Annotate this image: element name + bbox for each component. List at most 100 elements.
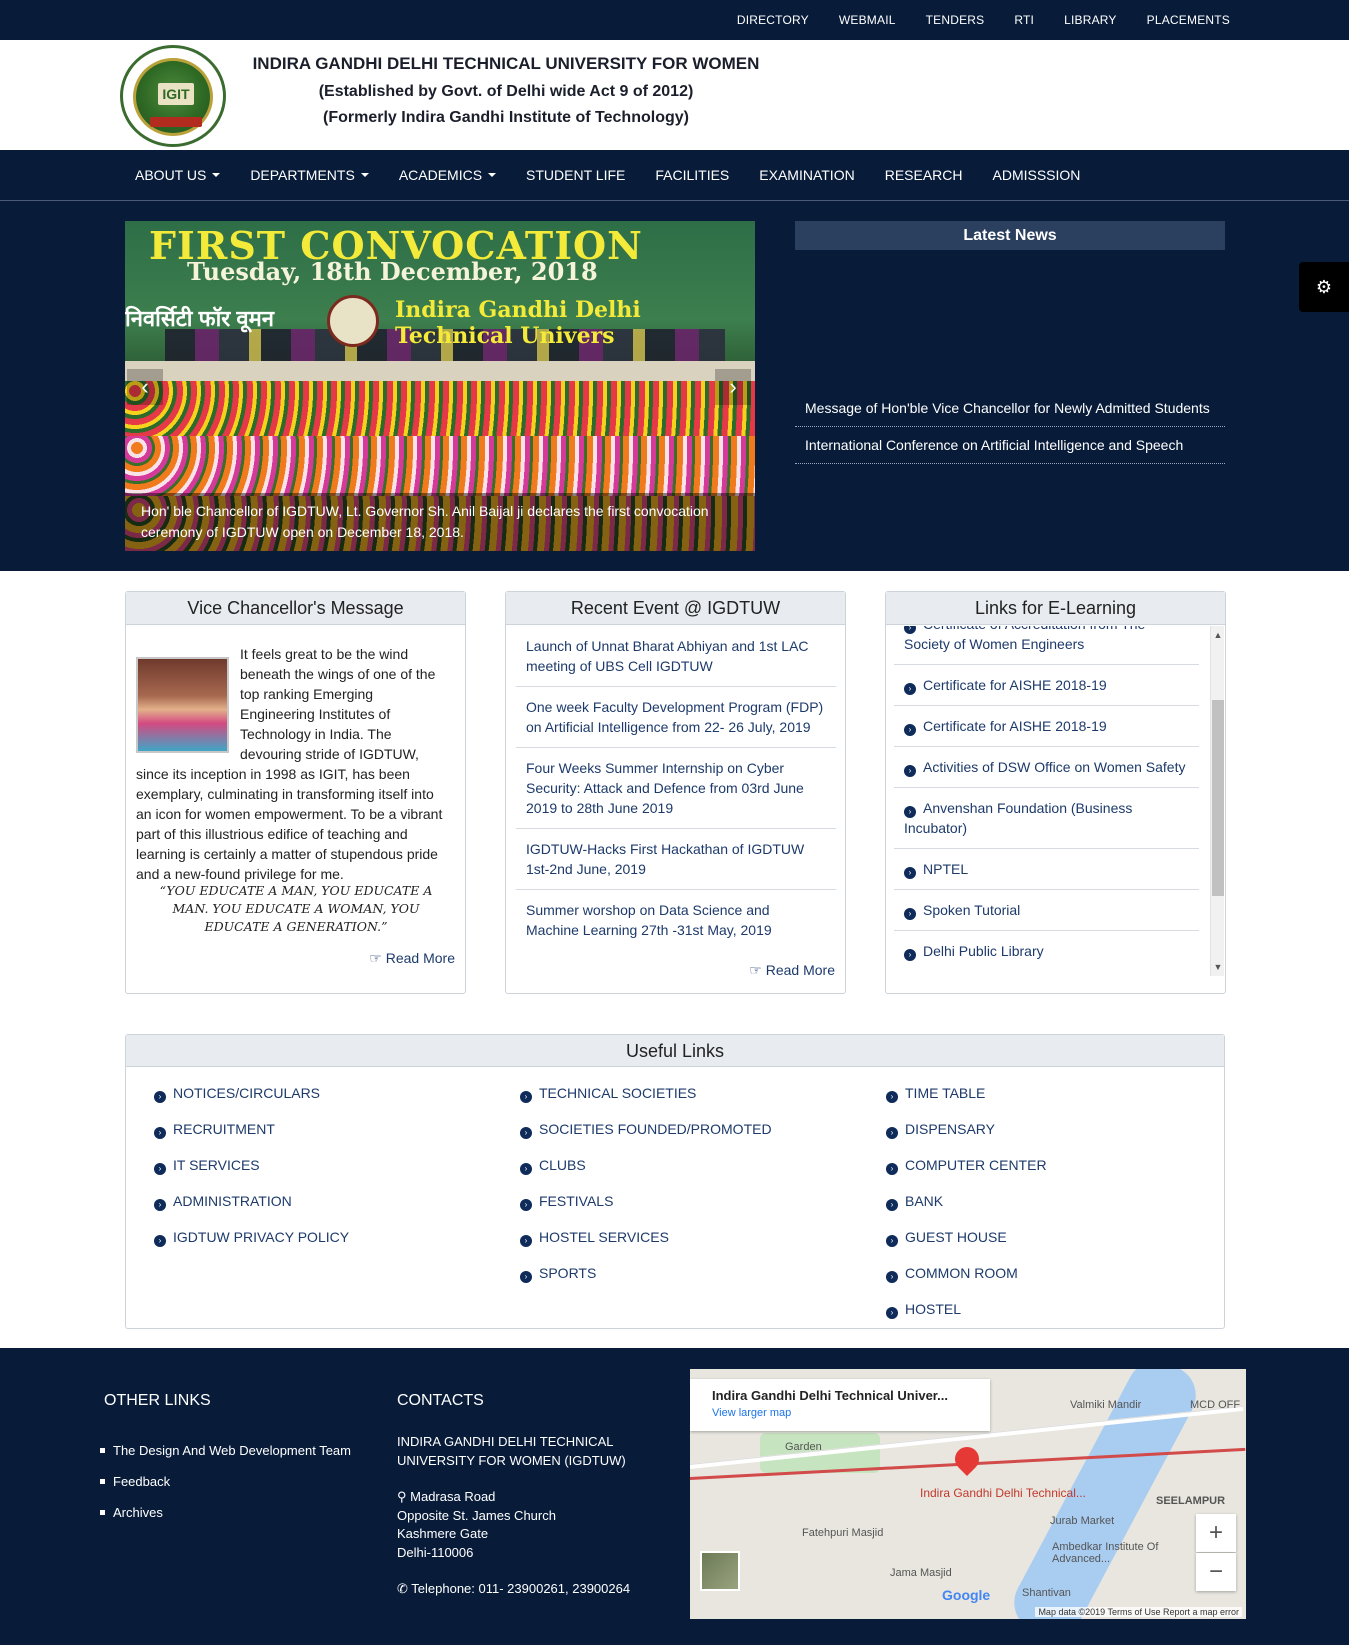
footer: OTHER LINKS The Design And Web Developme… [0, 1348, 1349, 1645]
nav-academics[interactable]: ACADEMICS [384, 150, 511, 200]
useful-link[interactable]: › SOCIETIES FOUNDED/PROMOTED [520, 1121, 880, 1157]
chevron-circle-icon: › [904, 867, 916, 879]
footer-link[interactable]: Archives [100, 1505, 351, 1520]
top-link-directory[interactable]: DIRECTORY [737, 13, 809, 27]
useful-link[interactable]: › ADMINISTRATION [154, 1193, 514, 1229]
event-item[interactable]: Launch of Unnat Bharat Abhiyan and 1st L… [516, 626, 836, 687]
event-item[interactable]: IGDTUW-Hacks First Hackathan of IGDTUW 1… [516, 829, 836, 890]
useful-link[interactable]: › COMPUTER CENTER [886, 1157, 1246, 1193]
useful-link-label: ADMINISTRATION [173, 1193, 292, 1209]
elearning-item[interactable]: › Certificate for AISHE 2018-19 [894, 706, 1199, 747]
nav-facilities[interactable]: FACILITIES [640, 150, 744, 200]
useful-link[interactable]: › TECHNICAL SOCIETIES [520, 1085, 880, 1121]
recent-events-panel: Recent Event @ IGDTUW Launch of Unnat Bh… [505, 591, 846, 994]
elearning-item[interactable]: › Spoken Tutorial [894, 890, 1199, 931]
zoom-out-button[interactable]: − [1196, 1553, 1236, 1591]
map-pin-icon[interactable] [950, 1442, 984, 1476]
chevron-circle-icon: › [520, 1163, 532, 1175]
contact-phone: ✆ Telephone: 011- 23900261, 23900264 [397, 1580, 657, 1599]
useful-link[interactable]: › DISPENSARY [886, 1121, 1246, 1157]
hero-section: FIRST CONVOCATION Tuesday, 18th December… [0, 201, 1349, 571]
useful-link[interactable]: › NOTICES/CIRCULARS [154, 1085, 514, 1121]
top-link-placements[interactable]: PLACEMENTS [1147, 13, 1230, 27]
top-link-rti[interactable]: RTI [1014, 13, 1034, 27]
map-label: Shantivan [1022, 1587, 1071, 1599]
footer-link[interactable]: Feedback [100, 1474, 351, 1489]
phone-icon: ✆ [397, 1581, 412, 1596]
events-list: Launch of Unnat Bharat Abhiyan and 1st L… [516, 626, 836, 950]
useful-link[interactable]: › GUEST HOUSE [886, 1229, 1246, 1265]
chevron-circle-icon: › [520, 1199, 532, 1211]
useful-link-label: COMPUTER CENTER [905, 1157, 1047, 1173]
university-logo[interactable]: IGIT [120, 45, 226, 147]
chevron-circle-icon: › [154, 1235, 166, 1247]
image-slider[interactable]: FIRST CONVOCATION Tuesday, 18th December… [125, 221, 755, 551]
elearning-scrollbar[interactable]: ▲ ▼ [1210, 626, 1224, 976]
top-link-tenders[interactable]: TENDERS [926, 13, 985, 27]
view-larger-map-link[interactable]: View larger map [712, 1407, 968, 1419]
useful-link[interactable]: › BANK [886, 1193, 1246, 1229]
vc-message-text: It feels great to be the wind beneath th… [136, 644, 446, 884]
chevron-circle-icon: › [904, 724, 916, 736]
useful-link[interactable]: › HOSTEL [886, 1301, 1246, 1337]
chevron-circle-icon: › [886, 1091, 898, 1103]
useful-link[interactable]: › IGDTUW PRIVACY POLICY [154, 1229, 514, 1265]
chevron-circle-icon: › [154, 1163, 166, 1175]
zoom-in-button[interactable]: + [1196, 1514, 1236, 1552]
map-label: Ambedkar Institute Of Advanced... [1052, 1541, 1159, 1565]
elearning-list[interactable]: ›Certificate of Accreditation from The S… [894, 626, 1199, 976]
elearning-item[interactable]: › Anvenshan Foundation (Business Incubato… [894, 788, 1199, 849]
top-link-webmail[interactable]: WEBMAIL [839, 13, 896, 27]
satellite-toggle[interactable] [700, 1551, 740, 1591]
slider-prev-icon[interactable]: ‹ [127, 369, 163, 405]
nav-examination[interactable]: EXAMINATION [744, 150, 869, 200]
events-read-more-link[interactable]: ☞ Read More [749, 962, 835, 979]
useful-link[interactable]: › COMMON ROOM [886, 1265, 1246, 1301]
elearning-item[interactable]: › Delhi Public Library [894, 931, 1199, 971]
nav-student-life[interactable]: STUDENT LIFE [511, 150, 640, 200]
event-item[interactable]: One week Faculty Development Program (FD… [516, 687, 836, 748]
scroll-down-icon[interactable]: ▼ [1211, 960, 1225, 974]
elearning-item-label: NPTEL [923, 861, 969, 877]
map-label: SEELAMPUR [1156, 1495, 1226, 1507]
elearning-item[interactable]: › Certificate for AISHE 2018-19 [894, 665, 1199, 706]
elearning-scroll-content: ›Certificate of Accreditation from The S… [894, 626, 1199, 971]
caret-down-icon [488, 173, 497, 177]
top-link-library[interactable]: LIBRARY [1064, 13, 1117, 27]
useful-link[interactable]: › HOSTEL SERVICES [520, 1229, 880, 1265]
useful-link-label: HOSTEL SERVICES [539, 1229, 669, 1245]
logo-emblem: IGIT [133, 58, 213, 136]
elearning-item-label: Certificate for AISHE 2018-19 [923, 677, 1107, 693]
vc-read-more-link[interactable]: ☞ Read More [369, 950, 455, 967]
gear-icon[interactable]: ⚙ [1299, 262, 1349, 312]
elearning-item[interactable]: › NPTEL [894, 849, 1199, 890]
useful-link[interactable]: › CLUBS [520, 1157, 880, 1193]
nav-about-us[interactable]: ABOUT US [120, 150, 235, 200]
nav-departments[interactable]: DEPARTMENTS [235, 150, 384, 200]
scrollbar-thumb[interactable] [1212, 700, 1224, 896]
event-item[interactable]: Summer worshop on Data Science and Machi… [516, 890, 836, 950]
event-item[interactable]: Four Weeks Summer Internship on Cyber Se… [516, 748, 836, 829]
scroll-up-icon[interactable]: ▲ [1211, 628, 1225, 642]
vc-read-more-label: Read More [385, 950, 455, 966]
footer-link[interactable]: The Design And Web Development Team [100, 1443, 351, 1458]
elearning-item-label: Anvenshan Foundation (Business Incubator… [904, 800, 1133, 836]
useful-link[interactable]: › IT SERVICES [154, 1157, 514, 1193]
chevron-circle-icon: › [520, 1127, 532, 1139]
useful-links-col1: › NOTICES/CIRCULARS › RECRUITMENT › IT SERV… [154, 1085, 514, 1265]
useful-link[interactable]: › TIME TABLE [886, 1085, 1246, 1121]
useful-link[interactable]: › RECRUITMENT [154, 1121, 514, 1157]
map-pin-label: Indira Gandhi Delhi Technical... [920, 1486, 1086, 1500]
useful-link[interactable]: › SPORTS [520, 1265, 880, 1301]
useful-link-label: FESTIVALS [539, 1193, 614, 1209]
elearning-item[interactable]: ›Certificate of Accreditation from The S… [894, 626, 1199, 665]
nav-research[interactable]: RESEARCH [870, 150, 978, 200]
news-item[interactable]: International Conference on Artificial I… [795, 427, 1225, 464]
nav-admission[interactable]: ADMISSSION [978, 150, 1096, 200]
map-attribution[interactable]: Map data ©2019 Terms of Use Report a map… [1035, 1607, 1242, 1617]
elearning-item[interactable]: › Activities of DSW Office on Women Safet… [894, 747, 1199, 788]
location-map[interactable]: Valmiki Mandir MCD OFF Garden SEELAMPUR … [690, 1369, 1246, 1619]
slider-next-icon[interactable]: › [715, 369, 751, 405]
useful-link[interactable]: › FESTIVALS [520, 1193, 880, 1229]
news-item[interactable]: Message of Hon'ble Vice Chancellor for N… [795, 390, 1225, 427]
